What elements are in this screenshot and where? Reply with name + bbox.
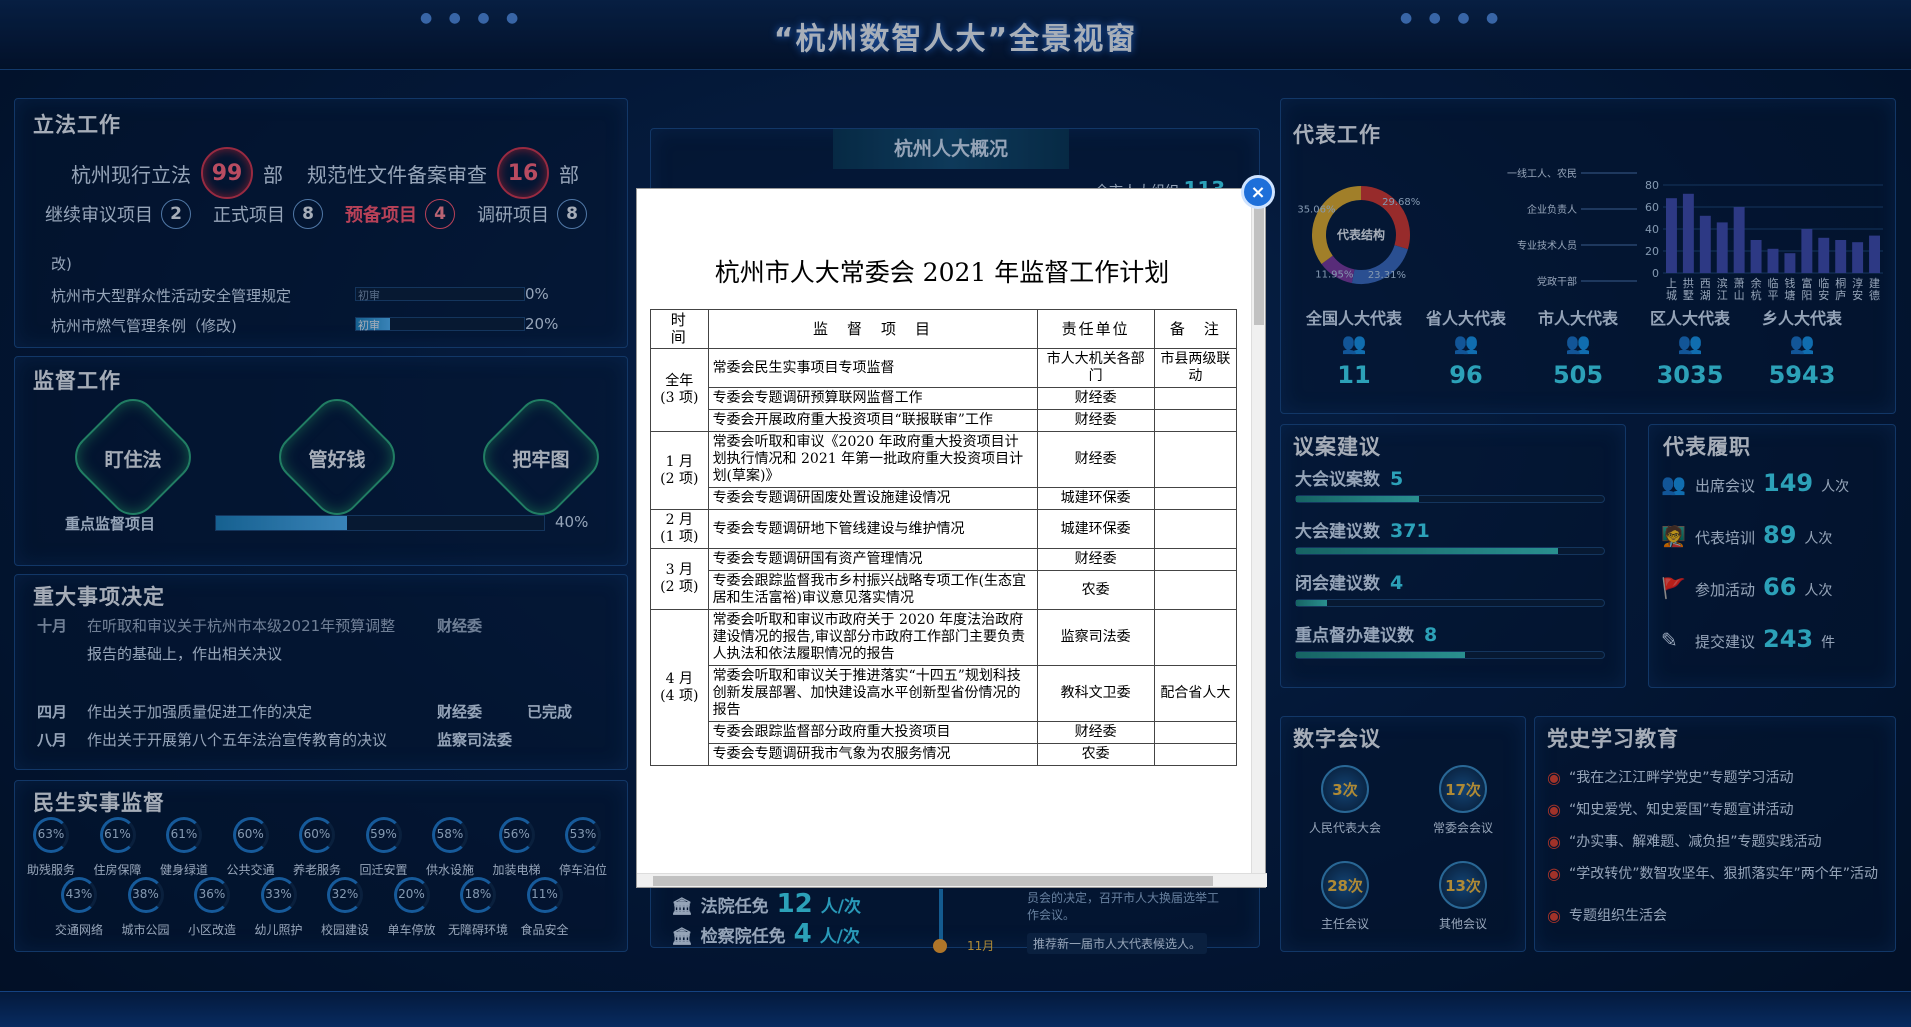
plan-unit: 财经委	[1036, 409, 1155, 432]
plan-table: 时 间 监 督 项 目 责任单位 备 注 全年 (3 项) 常委会民生实事项目专项监…	[650, 309, 1238, 766]
plan-note	[1153, 721, 1238, 744]
plan-unit: 财经委	[1036, 431, 1155, 488]
plan-item: 常委会听取和审议《2020 年政府重大投资项目计划执行情况和 2021 年第一批…	[707, 431, 1038, 488]
plan-note	[1153, 509, 1238, 549]
plan-item: 常委会听取和审议市政府关于 2020 年度法治政府建设情况的报告,审议部分市政府…	[707, 609, 1038, 666]
plan-row: 2 月 (1 项) 专委会专题调研地下管线建设与维护情况 城建环保委	[650, 509, 1238, 549]
plan-note	[1153, 743, 1238, 766]
plan-period-count: (4 项)	[660, 687, 699, 704]
plan-period-month: 4 月	[665, 670, 693, 687]
plan-note	[1153, 431, 1238, 488]
plan-unit: 城建环保委	[1036, 487, 1155, 510]
vertical-scroll-thumb[interactable]	[1254, 205, 1264, 325]
plan-row: 常委会听取和审议关于推进落实“十四五”规划科技创新发展部署、加快建设高水平创新型…	[651, 665, 1238, 722]
modal-title: 杭州市人大常委会 2021 年监督工作计划	[714, 258, 1170, 287]
plan-item: 常委会听取和审议关于推进落实“十四五”规划科技创新发展部署、加快建设高水平创新型…	[707, 665, 1038, 722]
plan-row: 全年 (3 项) 常委会民生实事项目专项监督 市人大机关各部门 市县两级联动	[650, 348, 1238, 432]
plan-period-count: (1 项)	[660, 529, 699, 545]
plan-period: 4 月 (4 项)	[650, 609, 709, 766]
modal-horizontal-scrollbar[interactable]	[637, 873, 1267, 887]
plan-note	[1153, 487, 1238, 510]
plan-unit: 农委	[1036, 743, 1155, 766]
plan-item: 专委会专题调研固废处置设施建设情况	[707, 487, 1038, 510]
plan-row: 3 月 (2 项) 专委会专题调研国有资产管理情况 财经委	[650, 548, 1238, 610]
plan-row: 专委会专题调研我市气象为农服务情况 农委	[651, 743, 1238, 766]
header-unit: 责任单位	[1036, 309, 1155, 349]
plan-unit: 财经委	[1036, 548, 1155, 571]
plan-unit: 农委	[1036, 570, 1155, 610]
plan-row: 4 月 (4 项) 常委会听取和审议市政府关于 2020 年度法治政府建设情况的报告…	[650, 609, 1238, 766]
plan-item: 专委会专题调研国有资产管理情况	[707, 548, 1038, 571]
plan-row: 1 月 (2 项) 常委会听取和审议《2020 年政府重大投资项目计划执行情况和 2…	[650, 431, 1238, 510]
modal-vertical-scrollbar[interactable]	[1251, 189, 1265, 875]
plan-item: 专委会开展政府重大投资项目“联报联审”工作	[707, 409, 1038, 432]
plan-note: 市县两级联动	[1153, 348, 1238, 388]
plan-row: 专委会开展政府重大投资项目“联报联审”工作 财经委	[651, 409, 1238, 432]
plan-note	[1153, 609, 1238, 666]
plan-unit: 教科文卫委	[1036, 665, 1155, 722]
plan-row: 专委会专题调研固废处置设施建设情况 城建环保委	[651, 487, 1238, 510]
plan-item: 专委会专题调研我市气象为农服务情况	[707, 743, 1038, 766]
plan-item: 专委会跟踪监督我市乡村振兴战略专项工作(生态宜居和生活富裕)审议意见落实情况	[707, 570, 1038, 610]
plan-unit: 监察司法委	[1036, 609, 1155, 666]
plan-period-count: (2 项)	[660, 470, 699, 487]
supervision-plan-modal: 杭州市人大常委会 2021 年监督工作计划 时 间 监 督 项 目 责任单位 备…	[636, 188, 1267, 888]
plan-note	[1153, 387, 1238, 410]
plan-note: 配合省人大	[1153, 665, 1238, 722]
plan-period-month: 全年	[665, 373, 694, 389]
plan-item: 专委会专题调研地下管线建设与维护情况	[707, 509, 1038, 549]
plan-item: 常委会民生实事项目专项监督	[707, 348, 1038, 388]
plan-period-month: 3 月	[665, 562, 693, 578]
plan-period-month: 2 月	[665, 512, 693, 528]
plan-row: 专委会跟踪监督部分政府重大投资项目 财经委	[651, 721, 1238, 744]
plan-period: 2 月 (1 项)	[650, 509, 709, 549]
horizontal-scroll-thumb[interactable]	[653, 876, 1213, 886]
plan-period-month: 1 月	[665, 453, 693, 470]
header-note: 备 注	[1153, 309, 1238, 349]
plan-row: 专委会跟踪监督我市乡村振兴战略专项工作(生态宜居和生活富裕)审议意见落实情况 农委	[651, 570, 1238, 610]
dashboard: ● ● ● ● “杭州数智人大”全景视窗 ● ● ● ● 立法工作 杭州现行立法…	[0, 0, 1911, 1027]
plan-note	[1153, 570, 1238, 610]
plan-header-row: 时 间 监 督 项 目 责任单位 备 注	[650, 309, 1238, 349]
plan-unit: 财经委	[1036, 721, 1155, 744]
plan-item: 专委会跟踪监督部分政府重大投资项目	[707, 721, 1038, 744]
modal-close-button[interactable]: ×	[1241, 175, 1275, 209]
plan-note	[1153, 409, 1238, 432]
plan-period: 1 月 (2 项)	[650, 431, 709, 510]
plan-period-count: (3 项)	[660, 390, 699, 406]
plan-note	[1153, 548, 1238, 571]
plan-unit: 财经委	[1036, 387, 1155, 410]
plan-period-count: (2 项)	[660, 579, 699, 595]
plan-item: 专委会专题调研预算联网监督工作	[707, 387, 1038, 410]
plan-period: 3 月 (2 项)	[650, 548, 709, 610]
header-time: 时 间	[650, 309, 709, 349]
plan-unit: 城建环保委	[1036, 509, 1155, 549]
plan-period: 全年 (3 项)	[650, 348, 709, 432]
plan-row: 专委会专题调研预算联网监督工作 财经委	[651, 387, 1238, 410]
plan-unit: 市人大机关各部门	[1036, 348, 1155, 388]
header-item: 监 督 项 目	[707, 309, 1038, 349]
